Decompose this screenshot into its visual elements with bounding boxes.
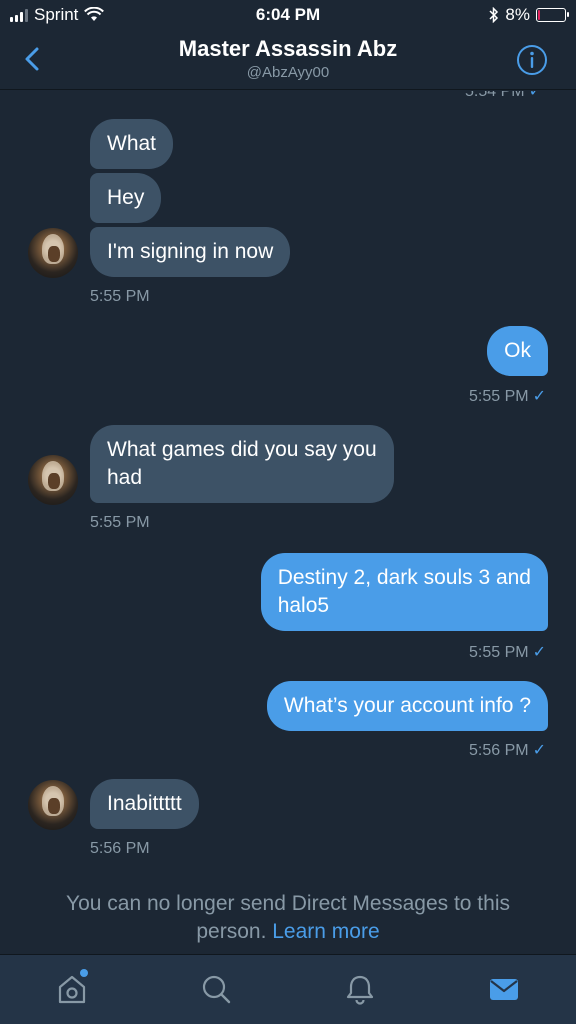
message-bubble-incoming[interactable]: Hey <box>90 173 162 223</box>
message-line: What games did you say you <box>107 438 377 461</box>
title-wrap[interactable]: Master Assassin Abz @AbzAyy00 <box>0 36 576 81</box>
contact-handle: @AbzAyy00 <box>246 64 330 81</box>
battery-icon <box>536 8 569 22</box>
battery-fill <box>538 10 540 20</box>
message-timestamp: 5:55 PM <box>90 514 150 531</box>
contact-name: Master Assassin Abz <box>178 36 398 61</box>
avatar[interactable] <box>28 780 78 830</box>
notice-line-2: person. Learn more <box>0 918 576 946</box>
message-timestamp: 5:55 PM ✓ <box>469 388 546 405</box>
message-timestamp-cut: 5:54 PM ✓ <box>465 91 542 101</box>
message-bubble-incoming[interactable]: What games did you say you had <box>90 425 394 503</box>
tab-bar <box>0 954 576 1024</box>
bluetooth-icon <box>489 7 499 23</box>
battery-label: 8% <box>505 5 530 24</box>
read-check-icon: ✓ <box>532 388 546 405</box>
learn-more-link[interactable]: Learn more <box>272 920 379 943</box>
read-check-icon: ✓ <box>532 644 546 661</box>
message-bubble-incoming[interactable]: Inabittttt <box>90 779 199 829</box>
message-line: halo5 <box>277 594 330 617</box>
read-check-icon: ✓ <box>528 91 542 100</box>
message-timestamp: 5:56 PM <box>90 840 150 857</box>
message-bubble-incoming[interactable]: I'm signing in now <box>90 227 291 277</box>
status-bar: Sprint 6:04 PM 8% <box>0 0 576 30</box>
message-bubble-incoming[interactable]: What <box>90 119 174 169</box>
dm-disabled-notice: You can no longer send Direct Messages t… <box>0 890 576 946</box>
notice-text: person. <box>196 920 267 943</box>
notifications-icon[interactable] <box>340 969 380 1009</box>
message-timestamp: 5:55 PM <box>90 288 150 305</box>
read-check-icon: ✓ <box>532 742 546 759</box>
message-line: had <box>107 466 143 489</box>
message-timestamp: 5:56 PM ✓ <box>469 742 546 759</box>
message-bubble-outgoing[interactable]: Ok <box>487 326 548 376</box>
avatar[interactable] <box>28 455 78 505</box>
message-bubble-outgoing[interactable]: Destiny 2, dark souls 3 and halo5 <box>260 553 548 631</box>
conversation-header: Master Assassin Abz @AbzAyy00 <box>0 30 576 90</box>
search-icon[interactable] <box>196 969 236 1009</box>
messages-icon[interactable] <box>484 969 524 1009</box>
info-icon[interactable] <box>516 44 548 76</box>
avatar[interactable] <box>28 228 78 278</box>
message-bubble-outgoing[interactable]: What’s your account info ? <box>266 681 548 731</box>
notice-line: You can no longer send Direct Messages t… <box>66 892 510 915</box>
notification-dot <box>80 969 88 977</box>
message-timestamp: 5:55 PM ✓ <box>469 644 546 661</box>
message-line: Destiny 2, dark souls 3 and <box>277 566 531 589</box>
message-list[interactable]: 5:54 PM ✓ What Hey I'm signing in now 5:5… <box>0 91 576 953</box>
status-right: 8% <box>489 5 569 25</box>
